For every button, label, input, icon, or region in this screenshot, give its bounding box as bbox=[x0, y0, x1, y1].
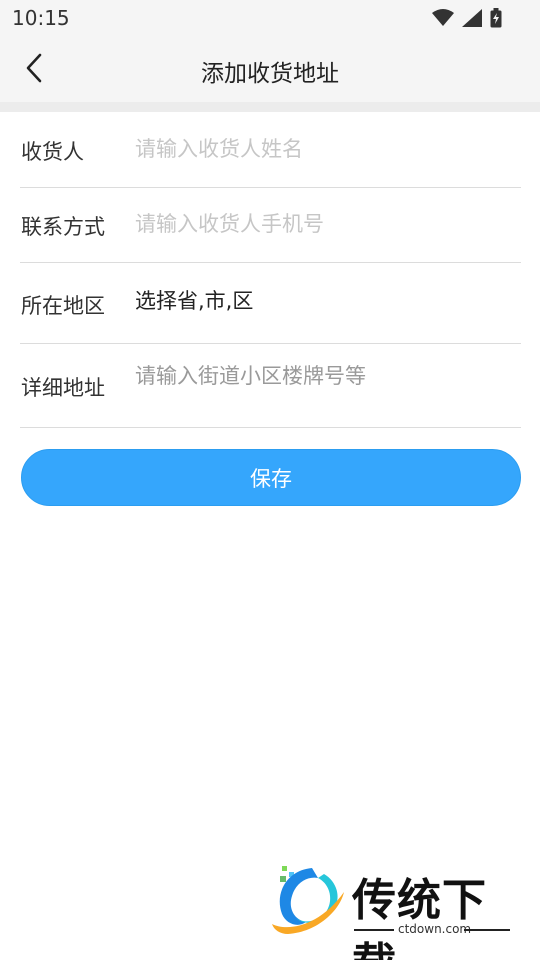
watermark: 传统下载 ctdown.com bbox=[268, 862, 518, 960]
watermark-brand: 传统下载 bbox=[352, 875, 487, 960]
address-label: 详细地址 bbox=[21, 376, 105, 400]
detail-address-input[interactable] bbox=[135, 362, 521, 418]
watermark-line-right bbox=[464, 929, 510, 931]
recipient-row: 收货人 bbox=[20, 112, 521, 188]
save-button[interactable]: 保存 bbox=[21, 449, 521, 506]
phone-label: 联系方式 bbox=[21, 215, 105, 239]
app-bar: 添加收货地址 bbox=[0, 36, 540, 102]
address-form: 收货人 联系方式 所在地区 选择省,市,区 详细地址 bbox=[20, 112, 521, 428]
header-divider bbox=[0, 102, 540, 112]
battery-icon bbox=[490, 8, 502, 28]
recipient-name-input[interactable] bbox=[135, 133, 521, 165]
watermark-line-left bbox=[354, 929, 394, 931]
status-bar: 10:15 bbox=[0, 0, 540, 36]
region-label: 所在地区 bbox=[21, 294, 105, 318]
cell-signal-icon bbox=[462, 9, 482, 27]
wifi-icon bbox=[432, 9, 454, 27]
phone-input[interactable] bbox=[135, 208, 521, 240]
recipient-label: 收货人 bbox=[21, 140, 84, 164]
phone-row: 联系方式 bbox=[20, 188, 521, 263]
status-icons bbox=[432, 8, 502, 28]
region-row[interactable]: 所在地区 选择省,市,区 bbox=[20, 263, 521, 344]
status-time: 10:15 bbox=[12, 6, 70, 30]
page-title: 添加收货地址 bbox=[201, 61, 339, 87]
brand-logo-icon bbox=[268, 862, 348, 938]
address-row: 详细地址 bbox=[20, 344, 521, 428]
watermark-domain: ctdown.com bbox=[398, 922, 472, 936]
region-selector[interactable]: 选择省,市,区 bbox=[135, 285, 253, 315]
